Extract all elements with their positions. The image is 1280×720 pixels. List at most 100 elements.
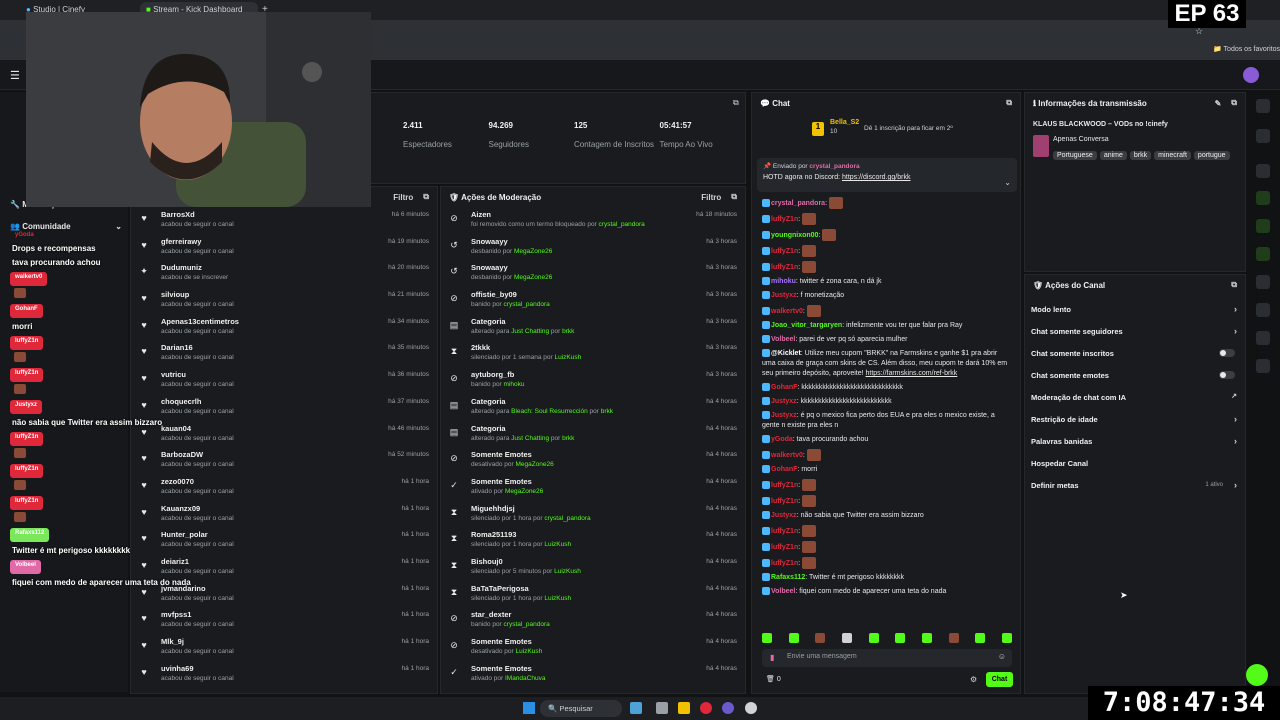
- chat-username[interactable]: yGoda: [771, 436, 793, 443]
- shield-icon[interactable]: [1256, 275, 1270, 289]
- help-chat-icon[interactable]: [1246, 664, 1268, 686]
- moderation-actor[interactable]: LuizKush: [515, 648, 542, 655]
- monitor-icon[interactable]: [1256, 303, 1270, 317]
- moderation-target[interactable]: Categoria: [471, 317, 737, 326]
- moderation-actor[interactable]: LuizKush: [554, 568, 581, 575]
- channel-action-item[interactable]: Modo lento ›: [1025, 299, 1245, 321]
- expand-icon[interactable]: ⧉: [731, 192, 737, 202]
- emote-icon[interactable]: [815, 633, 826, 643]
- edit-icon[interactable]: ✎: [1215, 99, 1222, 108]
- emoji-icon[interactable]: ☺: [998, 652, 1006, 661]
- chevron-down-icon[interactable]: ⌄: [1004, 178, 1011, 187]
- moderation-target[interactable]: Categoria: [471, 424, 737, 433]
- moderation-target[interactable]: Somente Emotes: [471, 450, 737, 459]
- expand-icon[interactable]: ⧉: [1231, 280, 1237, 290]
- apps-icon[interactable]: [1256, 359, 1270, 373]
- all-bookmarks-link[interactable]: 📁 Todos os favoritos: [1213, 45, 1280, 53]
- channel-action-item[interactable]: Moderação de chat com IA ↗: [1025, 387, 1245, 409]
- chat-username[interactable]: mihoku: [771, 278, 796, 285]
- chat-username[interactable]: GohanF: [771, 466, 797, 473]
- moderation-actor[interactable]: MegaZone26: [505, 488, 543, 495]
- chat-username[interactable]: Joao_vitor_targaryen: [771, 322, 842, 329]
- moderation-target[interactable]: Miguehhdjsj: [471, 504, 737, 513]
- channel-action-item[interactable]: Definir metas › 1 ativo: [1025, 475, 1245, 497]
- moderation-target[interactable]: Somente Emotes: [471, 637, 737, 646]
- wrench-icon[interactable]: [1256, 331, 1270, 345]
- microphone-icon[interactable]: ▮: [770, 653, 774, 662]
- chat-username[interactable]: Volbeel: [771, 588, 795, 595]
- moderation-target[interactable]: 2tkkk: [471, 343, 737, 352]
- expand-icon[interactable]: ⧉: [423, 192, 429, 202]
- moderation-target[interactable]: Somente Emotes: [471, 664, 737, 673]
- activity-username[interactable]: deiariz1: [161, 557, 429, 566]
- chat-bubble-icon[interactable]: [1256, 247, 1270, 261]
- moderation-target[interactable]: BaTaTaPerigosa: [471, 584, 737, 593]
- chat-username[interactable]: Volbeel: [771, 336, 795, 343]
- emote-icon[interactable]: [921, 633, 932, 643]
- tag-chip[interactable]: portugue: [1193, 151, 1230, 160]
- emote-icon[interactable]: [975, 633, 986, 643]
- moderation-target[interactable]: star_dexter: [471, 610, 737, 619]
- moderation-actor[interactable]: IMandaChuva: [505, 675, 545, 682]
- channel-action-item[interactable]: Chat somente inscritos: [1025, 343, 1245, 365]
- emote-icon[interactable]: [868, 633, 879, 643]
- camera-icon[interactable]: [1256, 164, 1270, 178]
- chat-username[interactable]: luffyZ1n: [771, 560, 798, 567]
- activity-username[interactable]: Mlk_9j: [161, 637, 429, 646]
- emote-icon[interactable]: [1001, 633, 1012, 643]
- emote-icon[interactable]: [841, 633, 852, 643]
- settings-gear-icon[interactable]: ⚙: [970, 675, 977, 684]
- moderation-target[interactable]: offistie_by09: [471, 290, 737, 299]
- chat-username[interactable]: luffyZ1n: [771, 248, 798, 255]
- moderation-actor[interactable]: MegaZone26: [514, 248, 552, 255]
- menu-icon[interactable]: ☰: [10, 69, 20, 82]
- moderation-target[interactable]: Roma251193: [471, 530, 737, 539]
- chat-username[interactable]: Justyxz: [771, 412, 797, 419]
- moderation-target[interactable]: Bishouj0: [471, 557, 737, 566]
- moderation-filter-button[interactable]: Filtro: [701, 193, 721, 202]
- tag-chip[interactable]: minecraft: [1154, 151, 1191, 160]
- avatar[interactable]: [1243, 67, 1259, 83]
- activity-username[interactable]: uvinha69: [161, 664, 429, 673]
- emote-icon[interactable]: [788, 633, 799, 643]
- expand-icon[interactable]: ⧉: [733, 98, 739, 108]
- emote-icon[interactable]: [762, 633, 772, 643]
- file-explorer-icon[interactable]: [678, 702, 690, 714]
- chat-username[interactable]: Justyxz: [771, 292, 797, 299]
- activity-username[interactable]: Kauanzx09: [161, 504, 429, 513]
- channel-action-item[interactable]: Chat somente emotes: [1025, 365, 1245, 387]
- activity-username[interactable]: zezo0070: [161, 477, 429, 486]
- moderation-actor[interactable]: crystal_pandora: [504, 621, 550, 628]
- pinned-link[interactable]: https://discord.gg/brkk: [842, 174, 910, 181]
- moderation-actor[interactable]: MegaZone26: [514, 274, 552, 281]
- moderation-actor[interactable]: LuizKush: [544, 541, 571, 548]
- moderation-actor[interactable]: crystal_pandora: [504, 301, 550, 308]
- document-icon[interactable]: [1256, 219, 1270, 233]
- toggle-switch[interactable]: [1219, 349, 1235, 357]
- moderation-target[interactable]: Snowaayy: [471, 263, 737, 272]
- obs-icon[interactable]: [745, 702, 757, 714]
- activity-username[interactable]: Hunter_polar: [161, 530, 429, 539]
- moderation-actor[interactable]: crystal_pandora: [544, 515, 590, 522]
- moderation-actor[interactable]: Bleach: Soul Resurrección: [511, 408, 588, 415]
- chat-username[interactable]: luffyZ1n: [771, 498, 798, 505]
- lightning-icon[interactable]: [1256, 191, 1270, 205]
- moderation-actor[interactable]: MegaZone26: [515, 461, 553, 468]
- expand-icon[interactable]: ⧉: [1006, 98, 1012, 108]
- weather-icon[interactable]: [630, 702, 642, 714]
- activity-username[interactable]: BarrosXd: [161, 210, 429, 219]
- toggle-switch[interactable]: [1219, 371, 1235, 379]
- activity-filter-button[interactable]: Filtro: [393, 193, 413, 202]
- chat-username[interactable]: luffyZ1n: [771, 482, 798, 489]
- moderation-actor[interactable]: Just Chatting: [511, 435, 549, 442]
- channel-action-item[interactable]: Restrição de idade ›: [1025, 409, 1245, 431]
- moderation-target[interactable]: Categoria: [471, 397, 737, 406]
- moderation-actor[interactable]: mihoku: [504, 381, 525, 388]
- chat-username[interactable]: GohanF: [771, 384, 797, 391]
- chat-username[interactable]: luffyZ1n: [771, 216, 798, 223]
- chat-username[interactable]: youngnixon00: [771, 232, 818, 239]
- moderation-target[interactable]: aytuborg_fb: [471, 370, 737, 379]
- chrome-icon[interactable]: [700, 702, 712, 714]
- moderation-actor[interactable]: brkk: [562, 328, 574, 335]
- chat-username[interactable]: walkertv0: [771, 308, 803, 315]
